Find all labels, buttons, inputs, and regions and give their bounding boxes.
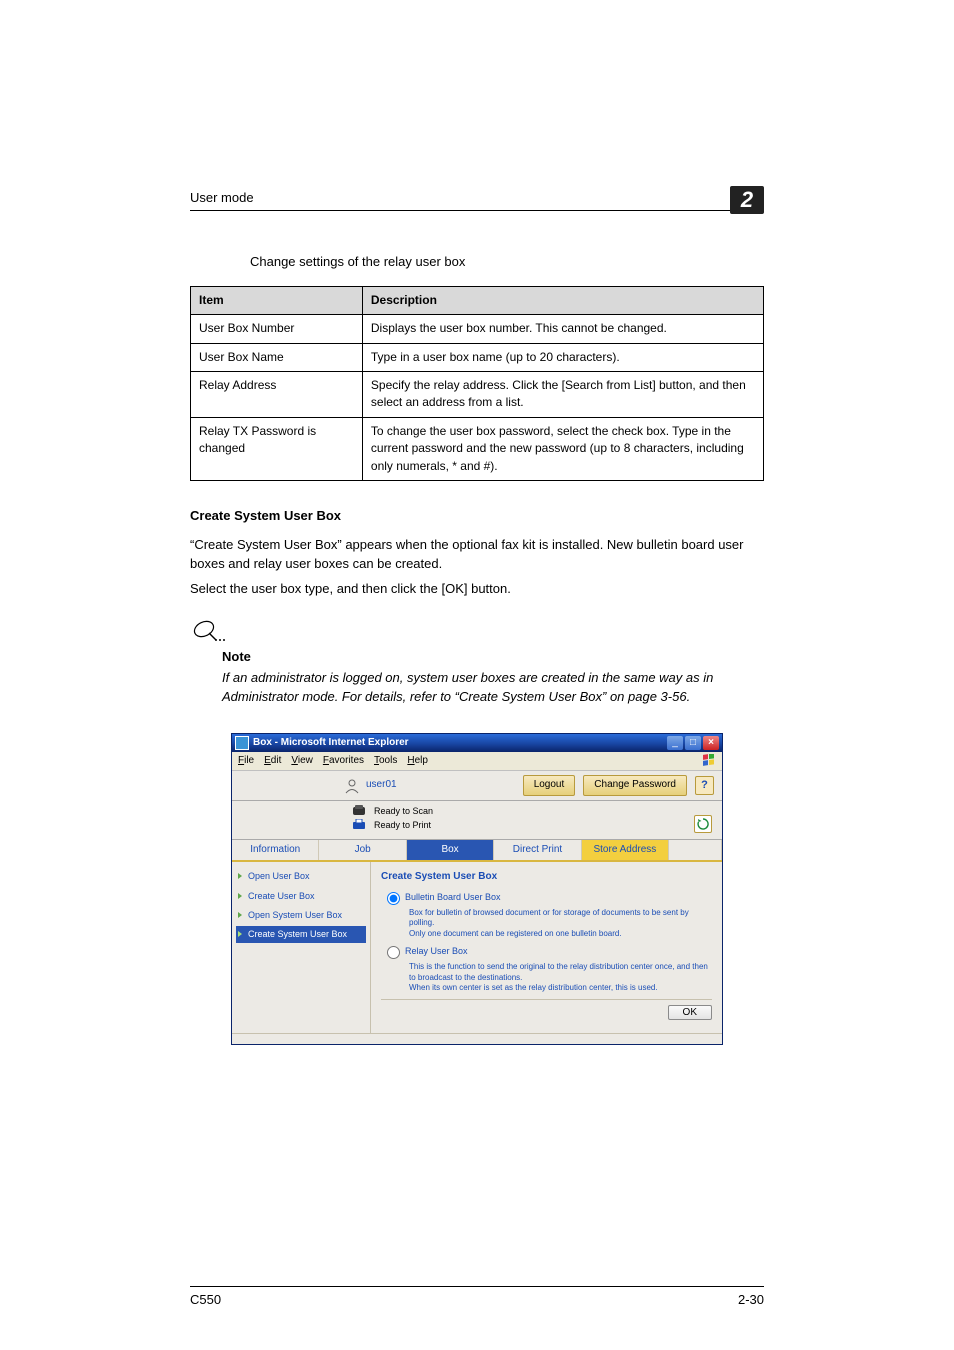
sidebar-item-create-system-user-box[interactable]: Create System User Box bbox=[236, 926, 366, 943]
tab-information[interactable]: Information bbox=[232, 840, 319, 861]
tab-direct-print[interactable]: Direct Print bbox=[494, 840, 581, 861]
radio-bulletin[interactable]: Bulletin Board User Box bbox=[387, 891, 712, 905]
radio-group: Bulletin Board User Box Box for bulletin… bbox=[387, 891, 712, 993]
menu-tools[interactable]: Tools bbox=[374, 754, 397, 769]
note-label: Note bbox=[222, 648, 764, 667]
radio-bulletin-desc: Box for bulletin of browsed document or … bbox=[409, 908, 712, 939]
minimize-button[interactable]: _ bbox=[667, 736, 683, 750]
footer-model: C550 bbox=[190, 1291, 221, 1310]
windows-logo-icon bbox=[702, 754, 716, 768]
window-bottom-bar bbox=[232, 1033, 722, 1044]
note-text: If an administrator is logged on, system… bbox=[222, 669, 764, 707]
settings-table: Item Description User Box Number Display… bbox=[190, 286, 764, 481]
cell-item: Relay Address bbox=[191, 372, 363, 418]
sidebar-item-open-user-box[interactable]: Open User Box bbox=[236, 868, 366, 885]
cell-desc: Displays the user box number. This canno… bbox=[362, 315, 763, 343]
page-footer: C550 2-30 bbox=[190, 1286, 764, 1310]
main-heading: Create System User Box bbox=[381, 870, 712, 885]
header-title: User mode bbox=[190, 189, 254, 208]
sidebar-item-create-user-box[interactable]: Create User Box bbox=[236, 888, 366, 905]
cell-item: User Box Name bbox=[191, 343, 363, 371]
cell-item: User Box Number bbox=[191, 315, 363, 343]
note-block: Note If an administrator is logged on, s… bbox=[190, 618, 764, 707]
user-name: user01 bbox=[366, 778, 397, 793]
radio-relay-label: Relay User Box bbox=[405, 945, 468, 958]
menu-view[interactable]: View bbox=[291, 754, 313, 769]
paragraph: “Create System User Box” appears when th… bbox=[190, 536, 764, 574]
maximize-button[interactable]: □ bbox=[685, 736, 701, 750]
ie-title: Box - Microsoft Internet Explorer bbox=[253, 736, 667, 751]
menu-file[interactable]: File bbox=[238, 754, 254, 769]
help-button[interactable]: ? bbox=[695, 776, 714, 795]
radio-bulletin-input[interactable] bbox=[387, 892, 400, 905]
col-header-item: Item bbox=[191, 286, 363, 314]
menu-edit[interactable]: Edit bbox=[264, 754, 281, 769]
status-scan: Ready to Scan bbox=[352, 805, 714, 818]
section-heading: Create System User Box bbox=[190, 507, 764, 526]
table-row: Relay Address Specify the relay address.… bbox=[191, 372, 764, 418]
ie-menubar: File Edit View Favorites Tools Help bbox=[232, 752, 722, 772]
ie-app-icon bbox=[235, 736, 249, 750]
table-row: User Box Number Displays the user box nu… bbox=[191, 315, 764, 343]
subheading: Change settings of the relay user box bbox=[250, 253, 764, 272]
radio-relay[interactable]: Relay User Box bbox=[387, 945, 712, 959]
sidebar-item-open-system-user-box[interactable]: Open System User Box bbox=[236, 907, 366, 924]
sidebar: Open User Box Create User Box Open Syste… bbox=[232, 862, 371, 1032]
footer-page: 2-30 bbox=[738, 1291, 764, 1310]
radio-bulletin-label: Bulletin Board User Box bbox=[405, 891, 501, 904]
status-print: Ready to Print bbox=[352, 819, 714, 832]
status-area: Ready to Scan Ready to Print bbox=[232, 801, 722, 840]
note-icon bbox=[190, 618, 226, 644]
menu-help[interactable]: Help bbox=[407, 754, 428, 769]
tab-job[interactable]: Job bbox=[319, 840, 406, 861]
app-top-bar: user01 Logout Change Password ? bbox=[232, 771, 722, 801]
ie-titlebar: Box - Microsoft Internet Explorer _ □ × bbox=[232, 734, 722, 752]
status-print-text: Ready to Print bbox=[374, 819, 431, 832]
radio-relay-desc: This is the function to send the origina… bbox=[409, 962, 712, 993]
main-pane: Create System User Box Bulletin Board Us… bbox=[371, 862, 722, 1032]
user-icon bbox=[344, 778, 360, 794]
tab-box[interactable]: Box bbox=[407, 840, 494, 861]
tabbar: Information Job Box Direct Print Store A… bbox=[232, 840, 722, 863]
page-header: User mode 2 bbox=[190, 180, 764, 211]
chapter-number: 2 bbox=[730, 186, 764, 214]
ok-button[interactable]: OK bbox=[668, 1005, 712, 1020]
tab-store-address[interactable]: Store Address bbox=[582, 840, 669, 861]
cell-item: Relay TX Password is changed bbox=[191, 417, 363, 480]
col-header-description: Description bbox=[362, 286, 763, 314]
close-button[interactable]: × bbox=[703, 736, 719, 750]
refresh-icon bbox=[697, 818, 709, 830]
table-row: User Box Name Type in a user box name (u… bbox=[191, 343, 764, 371]
ie-window: Box - Microsoft Internet Explorer _ □ × … bbox=[231, 733, 723, 1045]
refresh-button[interactable] bbox=[694, 815, 712, 833]
change-password-button[interactable]: Change Password bbox=[583, 775, 687, 796]
status-scan-text: Ready to Scan bbox=[374, 805, 433, 818]
cell-desc: Type in a user box name (up to 20 charac… bbox=[362, 343, 763, 371]
paragraph: Select the user box type, and then click… bbox=[190, 580, 764, 599]
app-body: Open User Box Create User Box Open Syste… bbox=[232, 862, 722, 1032]
radio-relay-input[interactable] bbox=[387, 946, 400, 959]
table-row: Relay TX Password is changed To change t… bbox=[191, 417, 764, 480]
cell-desc: Specify the relay address. Click the [Se… bbox=[362, 372, 763, 418]
logout-button[interactable]: Logout bbox=[523, 775, 576, 796]
menu-favorites[interactable]: Favorites bbox=[323, 754, 364, 769]
tab-empty bbox=[669, 840, 722, 861]
cell-desc: To change the user box password, select … bbox=[362, 417, 763, 480]
